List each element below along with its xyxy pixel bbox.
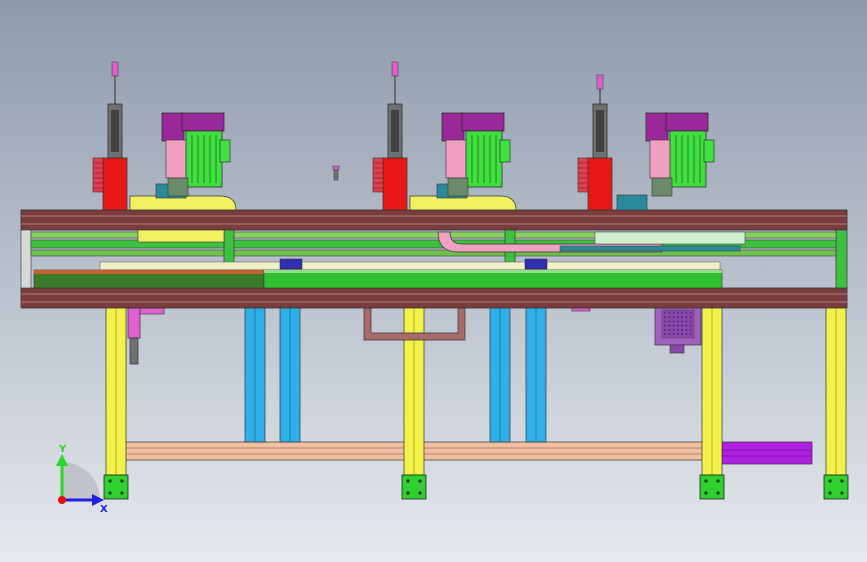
cad-viewport[interactable]: Y X [0,0,867,562]
center-sensor [332,165,340,181]
x-axis-label: X [100,504,108,515]
purple-bar [721,441,813,465]
y-axis-label: Y [58,444,67,455]
machine-assembly-drawing: Y X [0,0,867,562]
z-axis-dot [58,496,66,504]
conveyor-plates [33,258,723,289]
